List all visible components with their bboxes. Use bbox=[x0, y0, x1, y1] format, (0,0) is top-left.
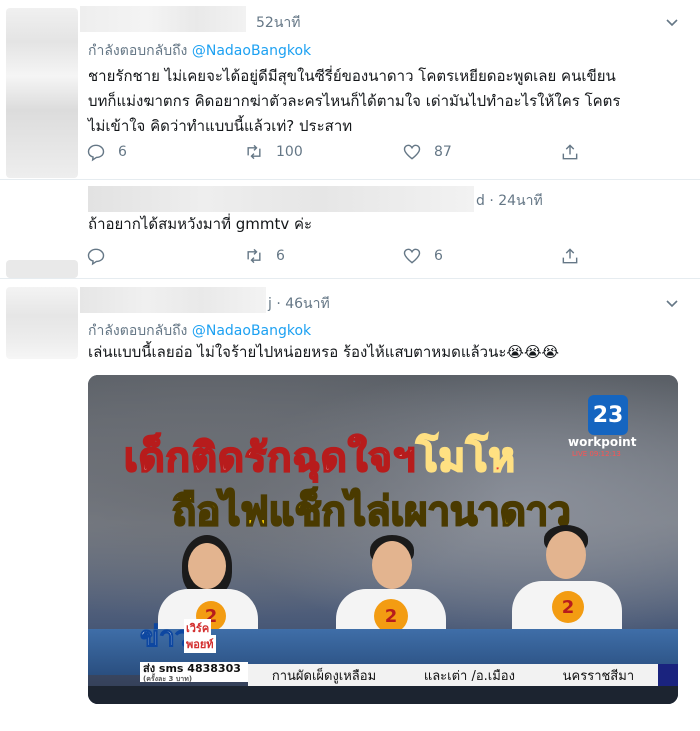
retweet-count: 6 bbox=[276, 248, 285, 264]
replying-to: กำลังตอบกลับถึง @NadaoBangkok bbox=[88, 43, 312, 59]
replying-to: กำลังตอบกลับถึง @NadaoBangkok bbox=[88, 323, 312, 339]
share-button[interactable] bbox=[560, 245, 580, 267]
like-button[interactable]: 87 bbox=[402, 141, 452, 163]
reply-count: 6 bbox=[118, 144, 127, 160]
ticker-end-logo bbox=[658, 664, 678, 686]
share-button[interactable] bbox=[560, 141, 580, 163]
like-button[interactable]: 6 bbox=[402, 245, 443, 267]
username-redacted[interactable] bbox=[80, 287, 266, 313]
reply-handle-link[interactable]: @NadaoBangkok bbox=[192, 323, 311, 339]
tweet-actions: 6 100 87 bbox=[86, 141, 586, 163]
reply-handle-link[interactable]: @NadaoBangkok bbox=[192, 43, 311, 59]
tweet-time[interactable]: d · 24นาที bbox=[476, 190, 543, 212]
tweet-actions: 6 6 bbox=[86, 245, 586, 267]
retweet-icon bbox=[247, 248, 261, 264]
sms-banner: ส่ง sms 4838303 (ครั้งละ 3 บาท) bbox=[140, 662, 248, 682]
reply-button[interactable] bbox=[86, 245, 118, 267]
share-icon bbox=[562, 248, 578, 264]
tweet-image[interactable]: 23 workpoint LIVE 09:12:13 เด็กติดรักฉุด… bbox=[88, 375, 678, 704]
tweet-text: ชายรักชาย ไม่เคยจะได้อยู่ดีมีสุขในซีรี่ย… bbox=[88, 67, 621, 135]
channel-live: LIVE 09:12:13 bbox=[572, 450, 621, 458]
tweet-time[interactable]: j · 46นาที bbox=[268, 293, 330, 315]
chevron-down-icon[interactable] bbox=[664, 14, 680, 30]
tweet-text: ถ้าอยากได้สมหวังมาที่ gmmtv ค่ะ bbox=[88, 215, 313, 233]
retweet-button[interactable]: 100 bbox=[244, 141, 303, 163]
anchor-right: 2 bbox=[512, 525, 622, 645]
retweet-icon bbox=[247, 144, 261, 160]
reply-icon bbox=[87, 248, 105, 266]
like-count: 6 bbox=[434, 248, 443, 264]
username-redacted[interactable] bbox=[80, 6, 246, 32]
chevron-down-icon[interactable] bbox=[664, 295, 680, 311]
tweet-1[interactable]: 52นาที กำลังตอบกลับถึง @NadaoBangkok ชาย… bbox=[0, 0, 700, 180]
heart-icon bbox=[403, 248, 421, 264]
like-count: 87 bbox=[434, 144, 452, 160]
retweet-count: 100 bbox=[276, 144, 303, 160]
tweet-text: เล่นแบบนี้เลยอ่อ ไม่ใจร้ายไปหน่อยหรอ ร้อ… bbox=[88, 343, 559, 361]
tweet-time[interactable]: 52นาที bbox=[256, 12, 300, 34]
reply-button[interactable]: 6 bbox=[86, 141, 127, 163]
headline-line-2: ถือไฟแช็กไล่เผานาดาว bbox=[171, 488, 572, 536]
reply-icon bbox=[87, 144, 105, 162]
avatar[interactable] bbox=[6, 260, 78, 278]
channel-logo: 23 bbox=[588, 395, 628, 435]
share-icon bbox=[562, 144, 578, 160]
show-logo: ข่าว เวิร์ค พอยท์ bbox=[140, 619, 216, 654]
retweet-button[interactable]: 6 bbox=[244, 245, 285, 267]
channel-name: workpoint bbox=[568, 435, 637, 449]
username-redacted[interactable] bbox=[88, 186, 474, 212]
heart-icon bbox=[403, 144, 421, 160]
tweet-2[interactable]: d · 24นาที ถ้าอยากได้สมหวังมาที่ gmmtv ค… bbox=[0, 180, 700, 279]
bottom-strip bbox=[88, 686, 678, 704]
news-ticker: กานผัดเผ็ดงูเหลือม และเต่า /อ.เมือง นครร… bbox=[248, 664, 658, 686]
avatar[interactable] bbox=[6, 287, 78, 359]
avatar[interactable] bbox=[6, 8, 78, 178]
